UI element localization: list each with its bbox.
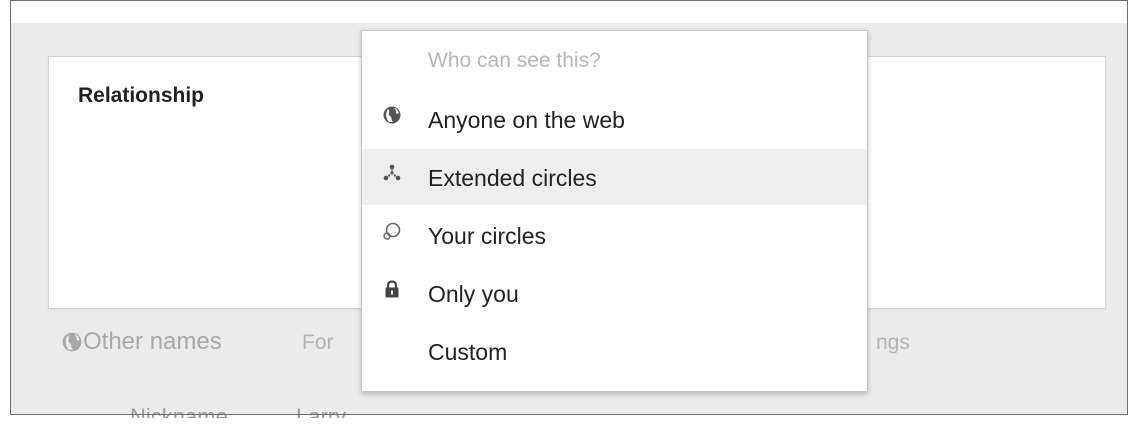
globe-icon[interactable] xyxy=(61,331,83,353)
globe-icon xyxy=(383,106,401,124)
other-names-value-tail: ngs xyxy=(876,331,910,354)
frame-bottom-edge xyxy=(10,414,1128,415)
visibility-option-label: Custom xyxy=(428,339,508,365)
visibility-option-label: Extended circles xyxy=(428,165,597,191)
visibility-option-your-circles[interactable]: Your circles xyxy=(362,207,867,263)
relationship-title: Relationship xyxy=(78,84,205,107)
visibility-option-extended-circles[interactable]: Extended circles xyxy=(362,149,867,205)
nickname-label: Nickname xyxy=(130,404,228,429)
other-names-label: Other names xyxy=(83,328,222,355)
visibility-option-label: Your circles xyxy=(428,223,547,249)
visibility-option-label: Only you xyxy=(428,281,519,307)
visibility-option-custom[interactable]: Custom xyxy=(362,323,867,379)
visibility-option-anyone-on-web[interactable]: Anyone on the web xyxy=(362,91,867,147)
extended-circles-icon xyxy=(383,164,401,181)
circles-icon xyxy=(383,222,401,240)
visibility-option-label: Anyone on the web xyxy=(428,107,625,133)
visibility-option-only-you[interactable]: Only you xyxy=(362,265,867,321)
visibility-dropdown: Who can see this? Anyone on the web Exte… xyxy=(361,30,868,392)
partially-hidden-heading: ⁀⁀‿⁀ xyxy=(451,13,621,25)
lock-icon xyxy=(385,280,399,298)
nickname-value: Larry xyxy=(296,404,347,429)
visibility-dropdown-header: Who can see this? xyxy=(428,49,601,72)
